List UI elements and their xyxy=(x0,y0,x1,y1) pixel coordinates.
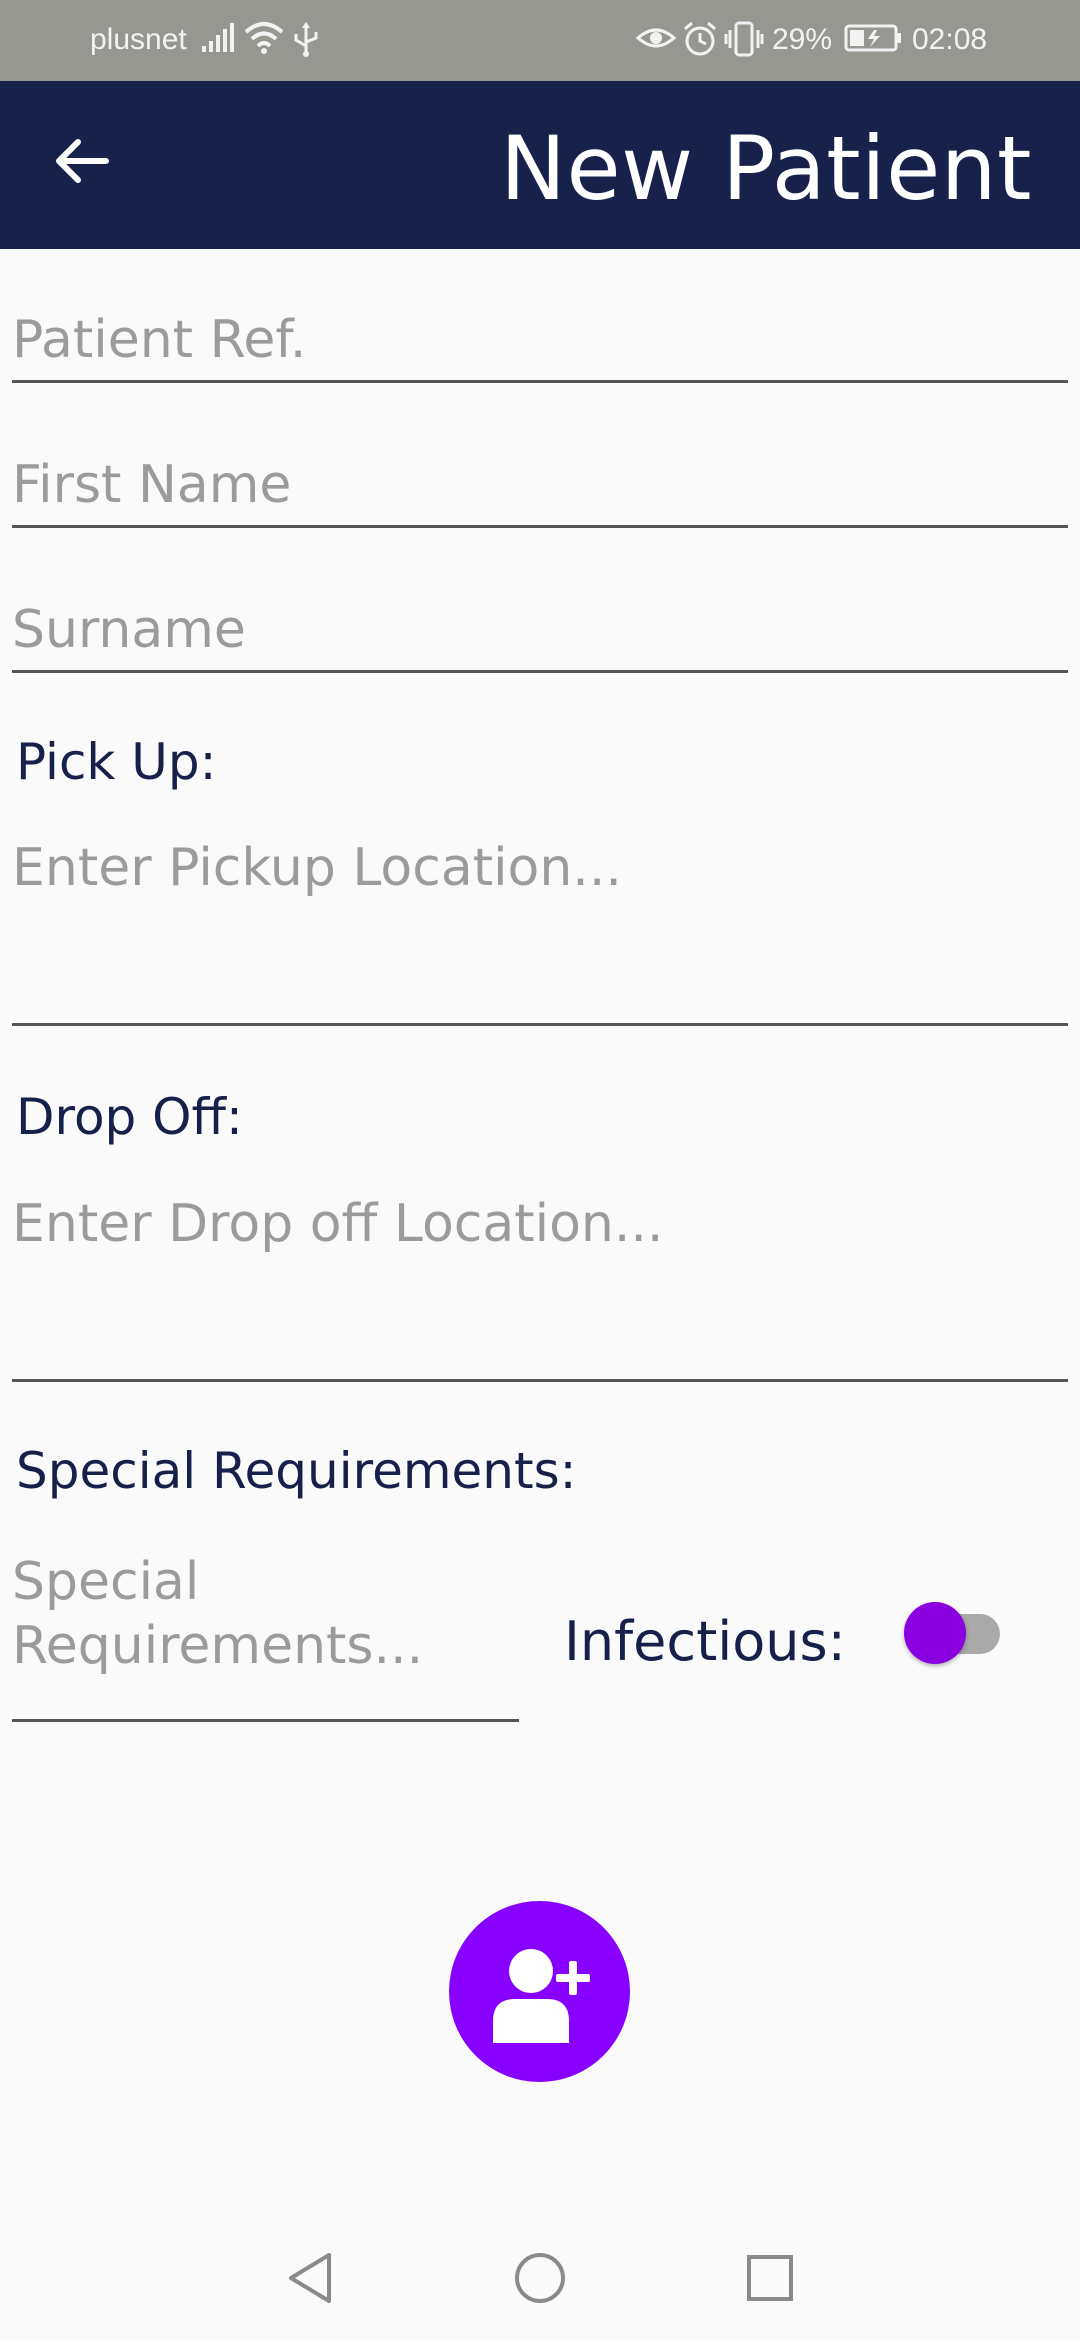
back-button[interactable] xyxy=(40,121,124,205)
nav-recents-button[interactable] xyxy=(738,2248,802,2312)
patient-ref-field xyxy=(12,300,1068,383)
clock-time: 02:08 xyxy=(912,23,988,56)
first-name-field xyxy=(12,445,1068,528)
page-title: New Patient xyxy=(500,117,1032,220)
add-patient-button[interactable] xyxy=(449,1901,630,2082)
system-nav-bar xyxy=(0,2220,1080,2340)
add-user-icon xyxy=(485,1937,597,2051)
pickup-field xyxy=(12,836,1068,1026)
nav-home-button[interactable] xyxy=(508,2248,572,2312)
recents-square-icon xyxy=(745,2253,795,2307)
toggle-thumb xyxy=(904,1602,966,1664)
nav-back-button[interactable] xyxy=(278,2248,342,2312)
dropoff-field xyxy=(12,1192,1068,1382)
infectious-toggle[interactable] xyxy=(902,1600,1006,1668)
vibrate-icon xyxy=(724,20,764,63)
wifi-icon xyxy=(244,20,284,61)
status-bar: plusnet 29% 02:08 xyxy=(0,0,1080,81)
pickup-label: Pick Up: xyxy=(16,733,217,791)
dropoff-label: Drop Off: xyxy=(16,1088,243,1146)
pickup-location-input[interactable] xyxy=(12,836,1068,1006)
signal-icon xyxy=(200,20,236,61)
special-requirements-input[interactable] xyxy=(12,1550,519,1700)
special-requirements-label: Special Requirements: xyxy=(16,1442,577,1500)
usb-icon xyxy=(292,20,320,63)
battery-percent: 29% xyxy=(772,23,833,56)
infectious-label: Infectious: xyxy=(564,1610,846,1673)
arrow-left-icon xyxy=(54,136,110,190)
back-triangle-icon xyxy=(285,2251,335,2309)
dropoff-location-input[interactable] xyxy=(12,1192,1068,1362)
battery-charging-icon xyxy=(844,20,904,61)
carrier-name: plusnet xyxy=(90,23,187,56)
first-name-input[interactable] xyxy=(12,445,1068,525)
special-requirements-field xyxy=(12,1550,519,1722)
surname-field xyxy=(12,590,1068,673)
patient-ref-input[interactable] xyxy=(12,300,1068,380)
surname-input[interactable] xyxy=(12,590,1068,670)
home-circle-icon xyxy=(513,2251,567,2309)
app-bar: New Patient xyxy=(0,81,1080,249)
alarm-icon xyxy=(682,20,718,63)
eye-icon xyxy=(635,20,677,61)
